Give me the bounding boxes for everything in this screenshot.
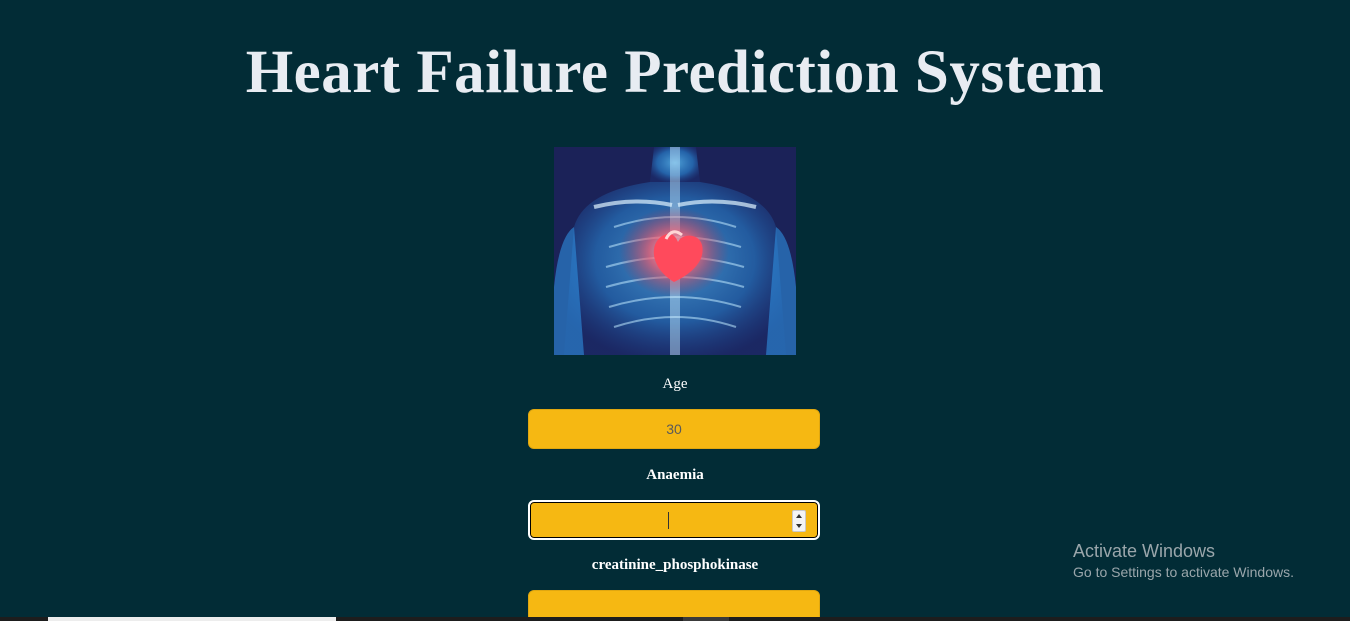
text-caret [668,512,669,529]
age-input-value: 30 [666,421,682,437]
heart-xray-image [554,147,796,355]
scrollbar-marker [683,617,729,621]
watermark-title: Activate Windows [1073,541,1216,561]
activate-windows-watermark: Activate Windows Go to Settings to activ… [1073,540,1294,582]
age-input[interactable]: 30 [528,409,820,449]
anaemia-label: Anaemia [646,467,704,483]
spinner-up-icon[interactable] [793,511,805,521]
number-spinner[interactable] [792,510,806,532]
age-label: Age [662,376,688,392]
anaemia-input[interactable] [528,500,820,540]
spinner-down-icon[interactable] [793,521,805,531]
page-title: Heart Failure Prediction System [245,39,1105,106]
horizontal-scrollbar-thumb[interactable] [48,617,336,621]
watermark-subtitle: Go to Settings to activate Windows. [1073,564,1294,580]
creatinine-phosphokinase-label: creatinine_phosphokinase [591,557,759,573]
